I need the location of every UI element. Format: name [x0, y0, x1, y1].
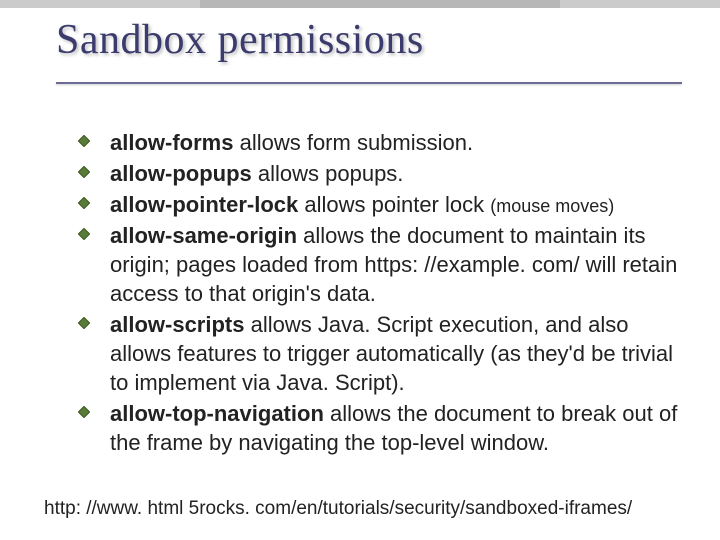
permission-note: (mouse moves)	[490, 196, 614, 216]
slide: Sandbox permissions allow-forms allows f…	[0, 0, 720, 540]
diamond-bullet-icon	[78, 406, 90, 418]
diamond-bullet-icon	[78, 228, 90, 240]
permission-name: allow-top-navigation	[110, 401, 324, 426]
diamond-bullet-icon	[78, 135, 90, 147]
permission-name: allow-forms	[110, 130, 233, 155]
top-decoration-bar	[0, 0, 720, 8]
diamond-bullet-icon	[78, 197, 90, 209]
list-item: allow-forms allows form submission.	[78, 128, 678, 157]
permission-name: allow-same-origin	[110, 223, 297, 248]
list-item: allow-scripts allows Java. Script execut…	[78, 310, 678, 397]
slide-title: Sandbox permissions	[56, 16, 690, 64]
diamond-bullet-icon	[78, 317, 90, 329]
permission-desc: allows popups.	[252, 161, 404, 186]
diamond-bullet-icon	[78, 166, 90, 178]
list-item: allow-pointer-lock allows pointer lock (…	[78, 190, 678, 219]
footer-url: http: //www. html 5rocks. com/en/tutoria…	[44, 498, 632, 520]
list-item: allow-top-navigation allows the document…	[78, 399, 678, 457]
title-underline	[56, 82, 682, 84]
permission-desc: allows form submission.	[233, 130, 473, 155]
permission-name: allow-pointer-lock	[110, 192, 298, 217]
permission-name: allow-popups	[110, 161, 252, 186]
permission-desc: allows pointer lock	[298, 192, 484, 217]
permission-name: allow-scripts	[110, 312, 244, 337]
list-item: allow-same-origin allows the document to…	[78, 221, 678, 308]
list-item: allow-popups allows popups.	[78, 159, 678, 188]
bullet-list: allow-forms allows form submission. allo…	[78, 128, 678, 459]
